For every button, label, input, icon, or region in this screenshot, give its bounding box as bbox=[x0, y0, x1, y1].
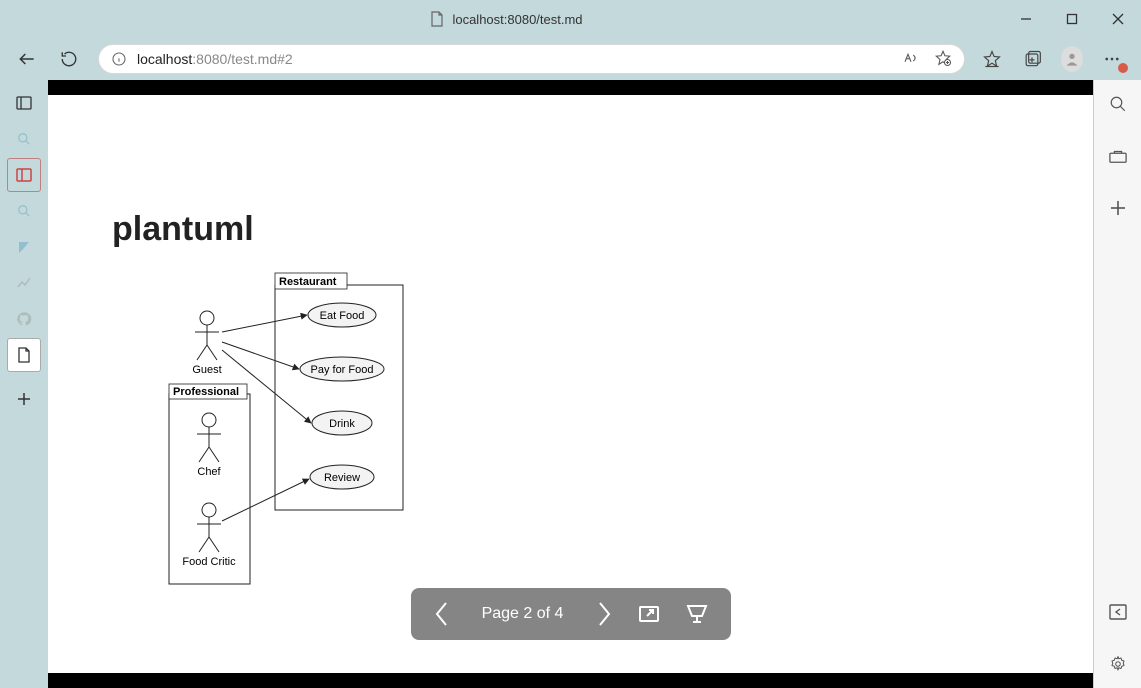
edge-tools-icon[interactable] bbox=[1106, 144, 1130, 168]
sidebar-chart-icon[interactable] bbox=[7, 266, 41, 300]
assoc-guest-pay bbox=[222, 342, 299, 369]
plantuml-diagram: Restaurant Eat Food Pay for Food Drink R… bbox=[112, 265, 412, 585]
tab-title: localhost:8080/test.md bbox=[452, 12, 582, 27]
usecase-pay-for-food: Pay for Food bbox=[311, 364, 374, 376]
notification-badge-icon bbox=[1118, 63, 1128, 73]
url-host: localhost bbox=[137, 51, 192, 67]
profile-icon[interactable] bbox=[1061, 48, 1083, 70]
diagram-group-label: Professional bbox=[173, 386, 239, 398]
edge-search-icon[interactable] bbox=[1106, 92, 1130, 116]
usecase-drink: Drink bbox=[329, 418, 355, 430]
sidebar-slide-icon[interactable] bbox=[7, 158, 41, 192]
browser-toolbar: localhost:8080/test.md#2 bbox=[0, 38, 1141, 80]
assoc-guest-eatfood bbox=[222, 315, 307, 332]
sidebar-bookmark-icon[interactable] bbox=[7, 230, 41, 264]
back-button[interactable] bbox=[14, 46, 40, 72]
favorite-icon[interactable] bbox=[934, 49, 952, 70]
page-title: plantuml bbox=[112, 210, 254, 249]
browser-titlebar: localhost:8080/test.md bbox=[0, 0, 1141, 38]
browser-extra-toolbar bbox=[981, 48, 1127, 70]
usecase-eat-food: Eat Food bbox=[320, 310, 365, 322]
close-button[interactable] bbox=[1095, 0, 1141, 38]
sidebar-search-icon[interactable] bbox=[7, 122, 41, 156]
sidebar-panel-toggle[interactable] bbox=[7, 86, 41, 120]
avatar-icon bbox=[1061, 46, 1083, 72]
file-icon bbox=[430, 11, 444, 27]
window-controls bbox=[1003, 0, 1141, 38]
content-frame: plantuml Restaurant Eat Food Pay for Foo… bbox=[48, 80, 1093, 688]
url-port: :8080 bbox=[192, 51, 227, 67]
actor-chef: Chef bbox=[197, 413, 222, 478]
slide-pager: Page 2 of 4 bbox=[411, 588, 731, 640]
document-canvas: plantuml Restaurant Eat Food Pay for Foo… bbox=[48, 95, 1093, 673]
actor-food-critic-label: Food Critic bbox=[182, 556, 236, 568]
read-aloud-icon[interactable] bbox=[902, 49, 920, 70]
right-sidebar bbox=[1093, 80, 1141, 688]
url-text: localhost:8080/test.md#2 bbox=[137, 51, 892, 67]
letterbox-top bbox=[48, 80, 1093, 95]
prev-page-button[interactable] bbox=[433, 599, 451, 629]
sidebar-add-button[interactable] bbox=[7, 382, 41, 416]
actor-food-critic: Food Critic bbox=[182, 503, 236, 568]
sidebar-file-icon[interactable] bbox=[7, 338, 41, 372]
presentation-mode-button[interactable] bbox=[685, 602, 709, 626]
edge-collapse-icon[interactable] bbox=[1106, 600, 1130, 624]
edge-settings-icon[interactable] bbox=[1106, 652, 1130, 676]
fullscreen-button[interactable] bbox=[637, 602, 661, 626]
tab-strip: localhost:8080/test.md bbox=[10, 0, 1003, 38]
maximize-button[interactable] bbox=[1049, 0, 1095, 38]
actor-chef-label: Chef bbox=[197, 466, 221, 478]
letterbox-bottom bbox=[48, 673, 1093, 688]
refresh-button[interactable] bbox=[56, 46, 82, 72]
diagram-system-label: Restaurant bbox=[279, 276, 337, 288]
edge-add-icon[interactable] bbox=[1106, 196, 1130, 220]
site-info-icon[interactable] bbox=[111, 51, 127, 67]
page-indicator: Page 2 of 4 bbox=[475, 605, 571, 623]
next-page-button[interactable] bbox=[595, 599, 613, 629]
left-sidebar bbox=[0, 80, 48, 688]
favorites-bar-icon[interactable] bbox=[981, 48, 1003, 70]
sidebar-find-icon[interactable] bbox=[7, 194, 41, 228]
more-menu-button[interactable] bbox=[1101, 48, 1123, 70]
actor-guest: Guest bbox=[192, 311, 221, 376]
collections-icon[interactable] bbox=[1021, 48, 1043, 70]
sidebar-github-icon[interactable] bbox=[7, 302, 41, 336]
address-bar[interactable]: localhost:8080/test.md#2 bbox=[98, 44, 965, 74]
minimize-button[interactable] bbox=[1003, 0, 1049, 38]
active-tab[interactable]: localhost:8080/test.md bbox=[416, 5, 596, 33]
app-body: plantuml Restaurant Eat Food Pay for Foo… bbox=[0, 80, 1141, 688]
assoc-critic-review bbox=[222, 479, 309, 521]
usecase-review: Review bbox=[324, 472, 360, 484]
url-path: /test.md#2 bbox=[227, 51, 292, 67]
actor-guest-label: Guest bbox=[192, 364, 221, 376]
omnibox-trail bbox=[902, 49, 952, 70]
